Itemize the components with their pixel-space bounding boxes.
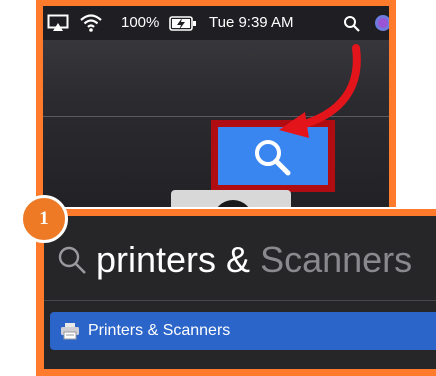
menubar-screenshot: 100% Tue 9:39 AM (43, 6, 389, 207)
callout-arrow (279, 44, 361, 138)
spotlight-screenshot-frame: printers & Scanners Printers & Scanners (36, 209, 436, 376)
divider (44, 300, 436, 301)
search-icon (56, 244, 88, 281)
spotlight-search-field[interactable]: printers & Scanners (44, 216, 436, 298)
menubar-screenshot-frame: 100% Tue 9:39 AM (36, 0, 396, 207)
search-query-typed: printers & (96, 239, 251, 280)
search-query-completion: Scanners (250, 239, 413, 280)
step-number-badge: 1 (20, 195, 68, 243)
result-item-printers-scanners[interactable]: Printers & Scanners (50, 312, 436, 350)
search-query[interactable]: printers & Scanners (96, 240, 412, 280)
spotlight-window: printers & Scanners Printers & Scanners (44, 216, 436, 369)
result-label: Printers & Scanners (88, 322, 231, 339)
printer-icon (60, 322, 80, 345)
